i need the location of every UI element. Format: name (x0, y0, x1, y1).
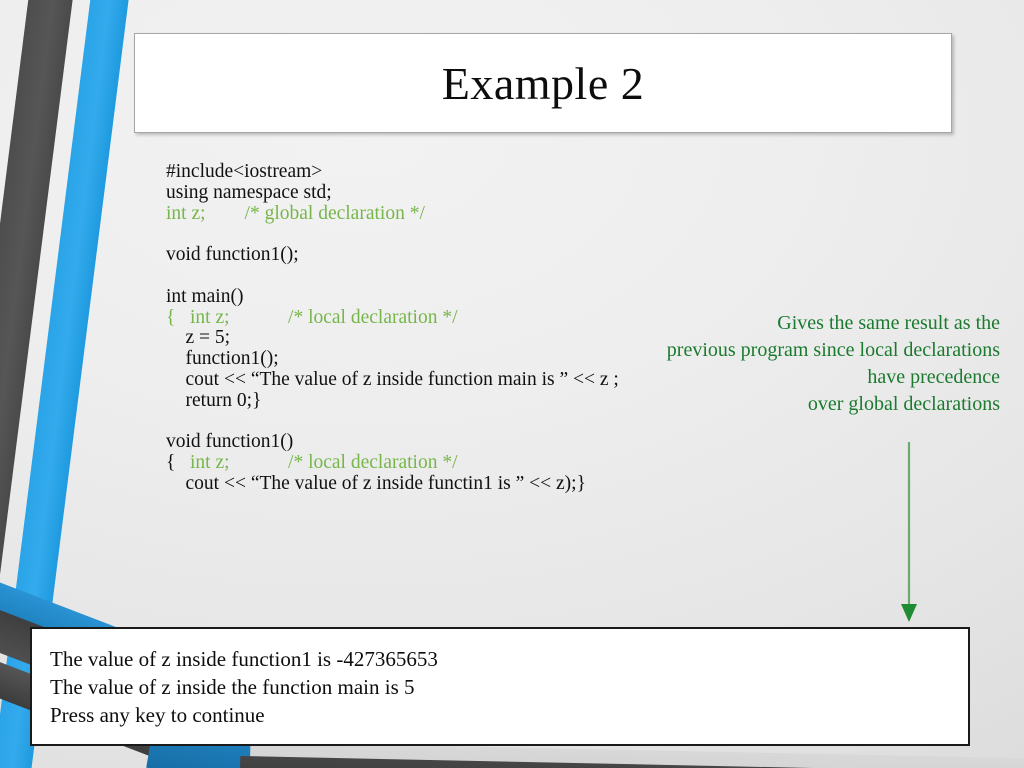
annotation-line: previous program since local declaration… (666, 339, 1000, 361)
code-line: void function1(); (166, 244, 726, 266)
green-down-arrow-icon (901, 442, 917, 622)
code-line: cout << “The value of z inside functin1 … (166, 472, 726, 495)
output-line: The value of z inside function1 is -4273… (50, 647, 438, 671)
code-text: z = 5; (166, 327, 231, 349)
code-text: #include<iostream> (166, 161, 323, 182)
grey-baseline-dark (239, 756, 1024, 768)
annotation-line: over global declarations (807, 393, 1000, 415)
code-text: cout << “The value of z inside functin1 … (166, 472, 586, 494)
code-text: using namespace std; (166, 181, 332, 203)
code-line: void function1() (166, 431, 726, 453)
code-line: int main() (166, 285, 726, 308)
code-text: int main() (166, 285, 244, 307)
code-line: { int z; /* local declaration */ (166, 452, 726, 474)
code-text: function1(); (166, 348, 279, 370)
code-comment-text: /* local declaration */ (288, 306, 458, 328)
code-comment-text: int z; (166, 202, 245, 224)
code-comment-text: /* global declaration */ (244, 202, 425, 224)
code-line: #include<iostream> (166, 161, 726, 183)
code-text: void function1() (166, 431, 294, 453)
code-text: { (166, 452, 190, 474)
page-title: Example 2 (441, 57, 645, 109)
annotation-line: Gives the same result as the (777, 312, 1000, 334)
code-comment-text: { int z; (166, 306, 289, 328)
console-output-box: The value of z inside function1 is -4273… (30, 627, 970, 746)
output-line: The value of z inside the function main … (50, 675, 415, 699)
code-line: int z; /* global declaration */ (166, 202, 726, 225)
title-box: Example 2 (134, 33, 952, 133)
code-text: cout << “The value of z inside function … (166, 368, 619, 390)
code-text: void function1(); (166, 244, 299, 266)
code-line: using namespace std; (166, 181, 726, 204)
slide-canvas: Example 2 #include<iostream> using namesp… (0, 0, 1024, 768)
output-line: Press any key to continue (50, 703, 265, 727)
annotation-line: have precedence (867, 366, 1000, 388)
annotation-note: Gives the same result as the previous pro… (580, 310, 1000, 418)
code-comment-text: int z; /* local declaration */ (190, 452, 458, 474)
code-text: return 0;} (166, 389, 262, 411)
